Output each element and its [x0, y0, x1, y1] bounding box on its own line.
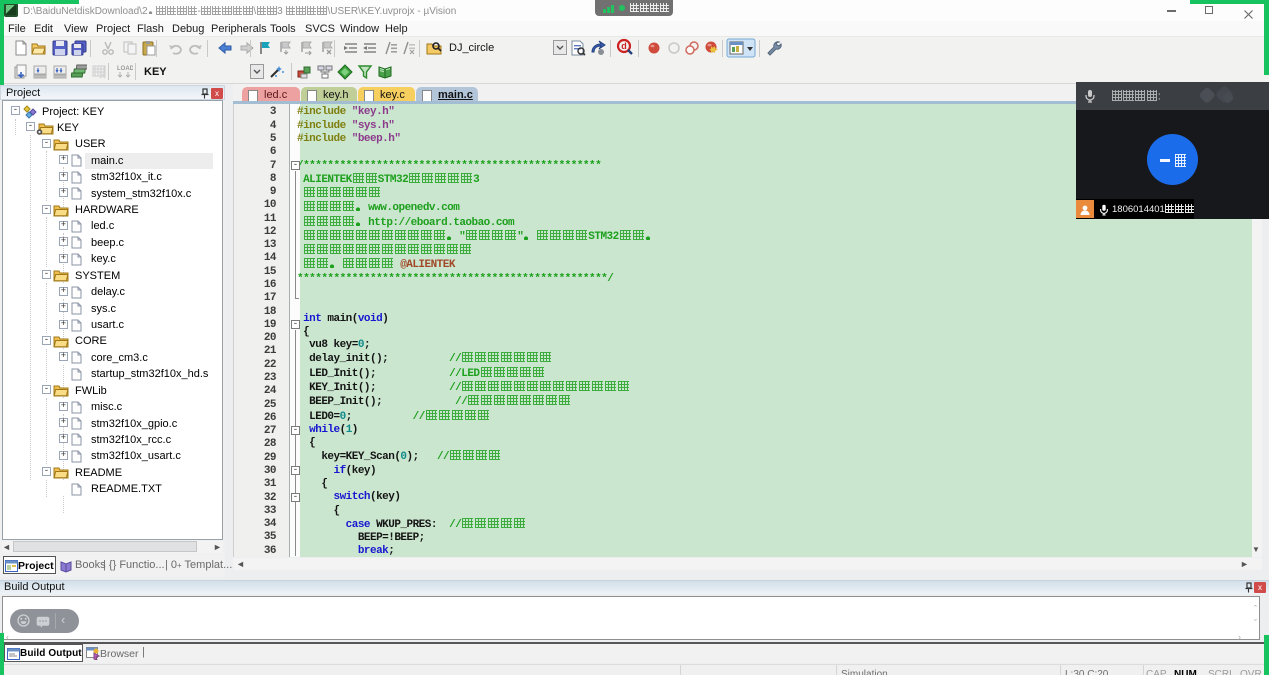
svg-text:LOAD: LOAD: [117, 66, 133, 72]
svg-text:d: d: [621, 41, 627, 51]
